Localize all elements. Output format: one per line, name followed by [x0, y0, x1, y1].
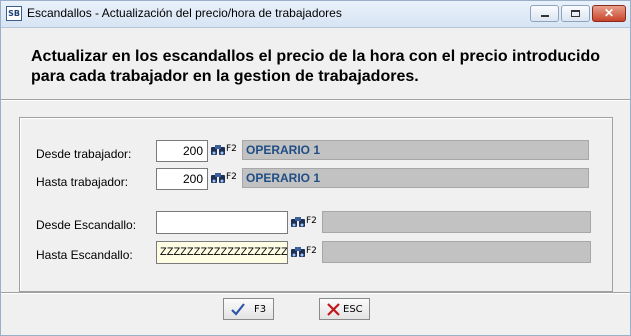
hasta-escandallo-description: [322, 241, 591, 263]
hasta-escandallo-input[interactable]: ZZZZZZZZZZZZZZZZZZZ: [156, 241, 288, 264]
hasta-trabajador-description: OPERARIO 1: [242, 168, 589, 188]
desde-escandallo-input[interactable]: [156, 211, 288, 234]
accept-button-label: F3: [254, 304, 267, 315]
lookup-key-label: F2: [226, 144, 237, 154]
hasta-trabajador-label: Hasta trabajador:: [36, 175, 129, 189]
dialog-window: SB Escandallos - Actualización del preci…: [0, 0, 631, 336]
desde-trabajador-lookup-button[interactable]: F2: [208, 140, 242, 160]
binoculars-icon: [291, 217, 305, 227]
close-icon: ✕: [603, 6, 615, 20]
minimize-button[interactable]: [530, 5, 559, 22]
hasta-escandallo-lookup-button[interactable]: F2: [288, 242, 322, 262]
lookup-key-label: F2: [226, 172, 237, 182]
desde-trabajador-input[interactable]: 200: [156, 140, 208, 162]
check-icon: [231, 303, 245, 316]
binoculars-icon: [211, 145, 225, 155]
close-button[interactable]: ✕: [592, 5, 626, 22]
lookup-key-label: F2: [306, 246, 317, 256]
lookup-key-label: F2: [306, 216, 317, 226]
maximize-icon: [571, 10, 580, 17]
header-divider: [1, 99, 630, 101]
desde-escandallo-lookup-button[interactable]: F2: [288, 212, 322, 232]
accept-button[interactable]: F3: [223, 298, 274, 320]
x-icon: [327, 303, 340, 316]
footer-divider: [1, 292, 630, 294]
desde-escandallo-description: [322, 211, 591, 233]
hasta-escandallo-label: Hasta Escandallo:: [36, 248, 133, 262]
desde-trabajador-label: Desde trabajador:: [36, 147, 132, 161]
desde-escandallo-label: Desde Escandallo:: [36, 218, 137, 232]
app-logo-icon: SB: [6, 6, 22, 21]
page-heading: Actualizar en los escandallos el precio …: [31, 48, 601, 85]
hasta-trabajador-lookup-button[interactable]: F2: [208, 168, 242, 188]
hasta-trabajador-input[interactable]: 200: [156, 168, 208, 190]
cancel-button-label: ESC: [343, 304, 363, 315]
minimize-icon: [541, 15, 549, 17]
maximize-button[interactable]: [561, 5, 590, 22]
binoculars-icon: [291, 247, 305, 257]
title-bar[interactable]: SB Escandallos - Actualización del preci…: [1, 1, 630, 28]
desde-trabajador-description: OPERARIO 1: [242, 140, 589, 160]
binoculars-icon: [211, 173, 225, 183]
cancel-button[interactable]: ESC: [319, 298, 370, 320]
window-title: Escandallos - Actualización del precio/h…: [27, 6, 342, 20]
